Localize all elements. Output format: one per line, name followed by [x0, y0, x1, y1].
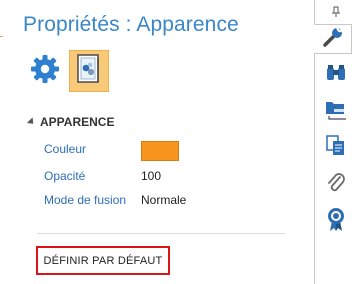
collapse-triangle-icon: [26, 117, 37, 127]
set-default-button[interactable]: DÉFINIR PAR DÉFAUT: [36, 246, 170, 275]
accent-tick: [0, 36, 3, 37]
tab-attachments[interactable]: [319, 170, 353, 200]
appearance-mode-button[interactable]: [69, 50, 109, 92]
tab-structure[interactable]: [319, 96, 353, 126]
tab-pages[interactable]: [319, 132, 353, 162]
side-tab-strip: [314, 0, 357, 284]
gear-icon: [30, 54, 60, 89]
properties-panel: Propriétés : Apparence APPARENCE Couleur…: [5, 0, 314, 284]
tab-certification[interactable]: [319, 206, 353, 236]
properties-window: Propriétés : Apparence APPARENCE Couleur…: [0, 0, 357, 284]
copy-pages-icon: [324, 133, 348, 162]
panel-title: Propriétés : Apparence: [23, 13, 239, 36]
section-title: APPARENCE: [40, 115, 115, 129]
color-label: Couleur: [44, 142, 87, 156]
blend-mode-value[interactable]: Normale: [141, 193, 186, 207]
paperclip-icon: [325, 171, 347, 200]
award-ribbon-icon: [325, 206, 347, 237]
tab-properties[interactable]: [314, 24, 352, 54]
properties-icon: [75, 53, 103, 90]
binoculars-icon: [324, 62, 348, 89]
color-swatch[interactable]: [141, 141, 179, 161]
opacity-value[interactable]: 100: [141, 169, 161, 183]
folder-tree-icon: [324, 98, 348, 125]
divider: [37, 233, 285, 234]
appearance-section-header[interactable]: APPARENCE: [26, 115, 115, 129]
tab-view[interactable]: [319, 60, 353, 90]
opacity-label: Opacité: [44, 169, 86, 183]
pin-icon[interactable]: [326, 5, 346, 19]
settings-mode-button[interactable]: [25, 50, 65, 92]
wrench-icon: [321, 25, 345, 54]
blend-mode-label: Mode de fusion: [44, 193, 127, 207]
